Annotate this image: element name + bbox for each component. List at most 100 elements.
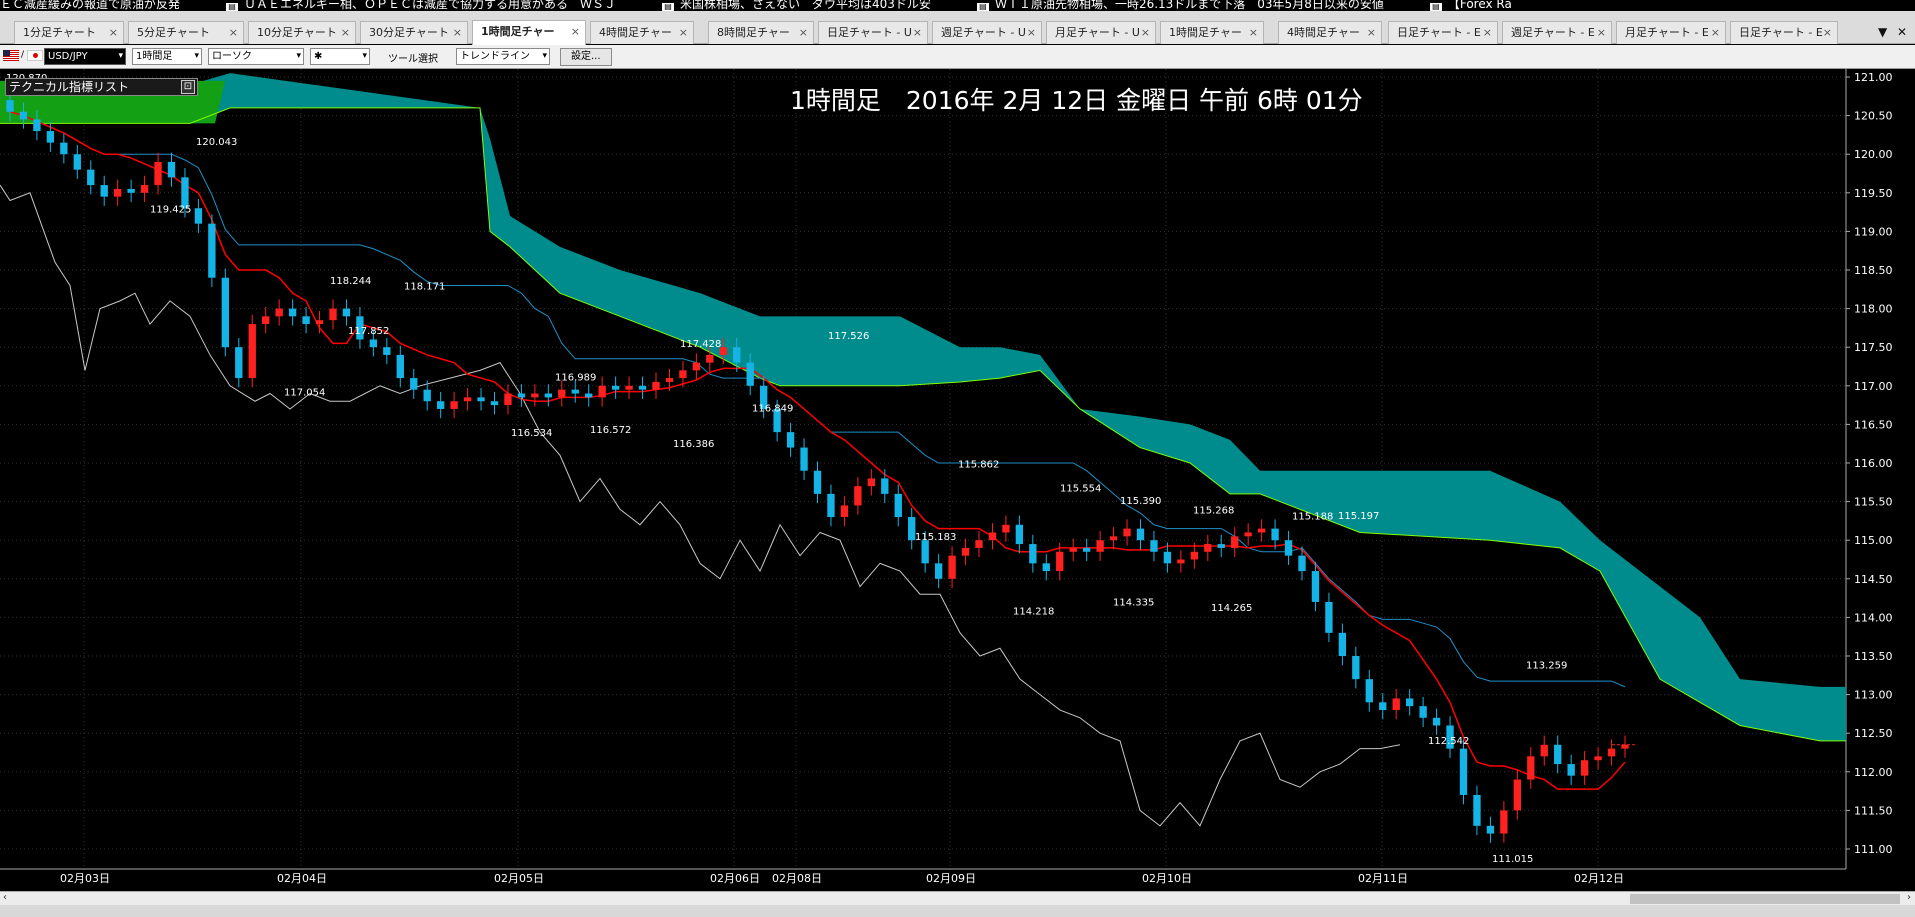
x-tick-label: 02月09日	[926, 872, 976, 885]
tab-weekly-2[interactable]: 週足チャート - E ×	[1502, 21, 1612, 44]
ticker-item[interactable]: ▤ ＵＡＥエネルギー相、ＯＰＥＣは減産で協力する用意がある ＷＳＪ	[226, 0, 616, 11]
tab-list-dropdown-icon[interactable]: ▼	[1878, 25, 1887, 39]
timeframe-value: 1時間足	[136, 51, 173, 62]
tab-4hour-2[interactable]: 4時間足チャー ×	[1278, 21, 1382, 44]
tab-daily[interactable]: 日足チャート - U ×	[818, 21, 928, 44]
tab-1min[interactable]: 1分足チャート ×	[14, 21, 124, 44]
close-icon[interactable]: ×	[913, 22, 922, 43]
candle-body	[1325, 601, 1333, 633]
y-tick-label: 116.00	[1854, 457, 1893, 470]
tab-label: 1時間足チャー	[1169, 26, 1242, 39]
price-annotation: 120.043	[196, 137, 237, 148]
candle-body	[1405, 698, 1414, 707]
price-annotation: 116.572	[590, 425, 631, 436]
candle-body	[921, 540, 929, 564]
chevron-down-icon: ▾	[362, 51, 367, 61]
close-icon[interactable]: ×	[1249, 22, 1258, 43]
candle-body	[6, 100, 14, 112]
timeframe-select[interactable]: 1時間足 ▾	[132, 48, 202, 65]
ticker-item[interactable]: ▤ 米国株相場、さえない ダウ平均は403ドル安	[662, 0, 931, 11]
settings-button[interactable]: 設定...	[560, 48, 612, 66]
close-icon[interactable]: ×	[229, 22, 238, 43]
style-select[interactable]: ✱ ▾	[310, 48, 370, 65]
tab-daily-3[interactable]: 日足チャート - E ×	[1730, 21, 1838, 44]
tab-1hour-active[interactable]: 1時間足チャー ×	[472, 20, 586, 45]
y-tick-label: 113.00	[1854, 689, 1893, 702]
tab-monthly-2[interactable]: 月足チャート - E ×	[1616, 21, 1726, 44]
candle-body	[46, 131, 55, 143]
candle-body	[1056, 551, 1064, 572]
candle-body	[1231, 536, 1239, 548]
symbol-select[interactable]: USD/JPY ▾	[44, 48, 126, 65]
tab-4hour[interactable]: 4時間足チャー ×	[590, 21, 694, 44]
indicator-list-panel[interactable]: テクニカル指標リスト ⊡	[5, 78, 198, 96]
close-icon[interactable]: ×	[1483, 22, 1492, 43]
close-icon[interactable]: ×	[571, 21, 580, 42]
news-ticker[interactable]: ＥＣ減産緩みの報道で原油が反発 ▤ ＵＡＥエネルギー相、ＯＰＥＣは減産で協力する用意…	[0, 0, 1915, 11]
tab-30min[interactable]: 30分足チャート ×	[360, 21, 468, 44]
tool-select[interactable]: トレンドライン ▾	[456, 48, 550, 65]
close-icon[interactable]: ×	[1597, 22, 1606, 43]
chevron-down-icon: ▾	[542, 51, 547, 61]
scroll-right-icon[interactable]: ›	[1907, 892, 1911, 903]
chart-canvas[interactable]: 121.00 120.50 120.00 119.50 119.00 118.50 118.…	[0, 69, 1915, 891]
candle-body	[1002, 524, 1010, 533]
close-icon[interactable]: ×	[799, 22, 808, 43]
close-icon[interactable]: ×	[1367, 22, 1376, 43]
close-icon[interactable]: ×	[1027, 22, 1036, 43]
tab-1hour-2[interactable]: 1時間足チャー ×	[1160, 21, 1264, 44]
candle-body	[1257, 528, 1266, 533]
candle-body	[611, 385, 620, 390]
candle-body	[1082, 547, 1091, 552]
close-icon[interactable]: ×	[1711, 22, 1720, 43]
status-bar	[0, 905, 1915, 917]
candle-body	[288, 308, 297, 317]
x-tick-label: 02月03日	[60, 872, 110, 885]
close-icon[interactable]: ×	[109, 22, 118, 43]
close-icon[interactable]: ×	[341, 22, 350, 43]
close-icon[interactable]: ×	[1823, 22, 1832, 43]
candle-body	[1473, 794, 1481, 826]
price-chart[interactable]: 121.00 120.50 120.00 119.50 119.00 118.50 118.…	[0, 69, 1915, 905]
horizontal-scrollbar[interactable]: ‹ ›	[0, 891, 1915, 905]
close-window-icon[interactable]: ✕	[1897, 25, 1907, 39]
tab-label: 8時間足チャー	[717, 26, 790, 39]
scroll-left-icon[interactable]: ‹	[3, 892, 7, 903]
tab-8hour[interactable]: 8時間足チャー ×	[708, 21, 814, 44]
collapse-icon[interactable]: ⊡	[181, 80, 195, 94]
candle-body	[571, 389, 579, 394]
ticker-item[interactable]: ＥＣ減産緩みの報道で原油が反発	[0, 0, 180, 10]
candle-body	[1338, 632, 1347, 656]
tab-10min[interactable]: 10分足チャート ×	[248, 21, 356, 44]
candle-body	[1217, 544, 1225, 548]
close-icon[interactable]: ×	[1141, 22, 1150, 43]
candle-body	[1486, 825, 1495, 834]
candle-body	[1204, 544, 1212, 552]
symbol-value: USD/JPY	[48, 51, 88, 62]
candle-body	[396, 354, 404, 379]
price-annotation: 117.428	[680, 339, 721, 350]
tab-label: 週足チャート - U	[941, 26, 1026, 39]
chart-type-select[interactable]: ローソク ▾	[208, 48, 304, 65]
scrollbar-thumb[interactable]	[1630, 894, 1900, 904]
candle-body	[262, 316, 270, 325]
candle-body	[1621, 744, 1629, 749]
tab-weekly[interactable]: 週足チャート - U ×	[932, 21, 1042, 44]
tab-monthly[interactable]: 月足チャート - U ×	[1046, 21, 1156, 44]
x-tick-label: 02月12日	[1574, 872, 1624, 885]
price-annotation: 114.218	[1013, 607, 1054, 618]
price-annotation: 115.268	[1193, 506, 1234, 517]
candle-body	[113, 188, 122, 197]
tab-daily-2[interactable]: 日足チャート - E ×	[1388, 21, 1498, 44]
candle-body	[1109, 536, 1118, 541]
price-annotation: 119.425	[150, 205, 191, 216]
candle-body	[302, 316, 310, 325]
ticker-item[interactable]: ▤ ＷＴＩ原油先物相場、一時26.13ドルまで下落 03年5月8日以来の安値	[976, 0, 1384, 11]
candle-body	[1136, 528, 1145, 541]
close-icon[interactable]: ×	[679, 22, 688, 43]
close-icon[interactable]: ×	[453, 22, 462, 43]
tab-5min[interactable]: 5分足チャート ×	[128, 21, 244, 44]
price-annotation: 116.534	[511, 428, 552, 439]
ticker-item[interactable]: ▤ 【Forex Ra	[1429, 0, 1512, 11]
candle-body	[1284, 540, 1293, 556]
